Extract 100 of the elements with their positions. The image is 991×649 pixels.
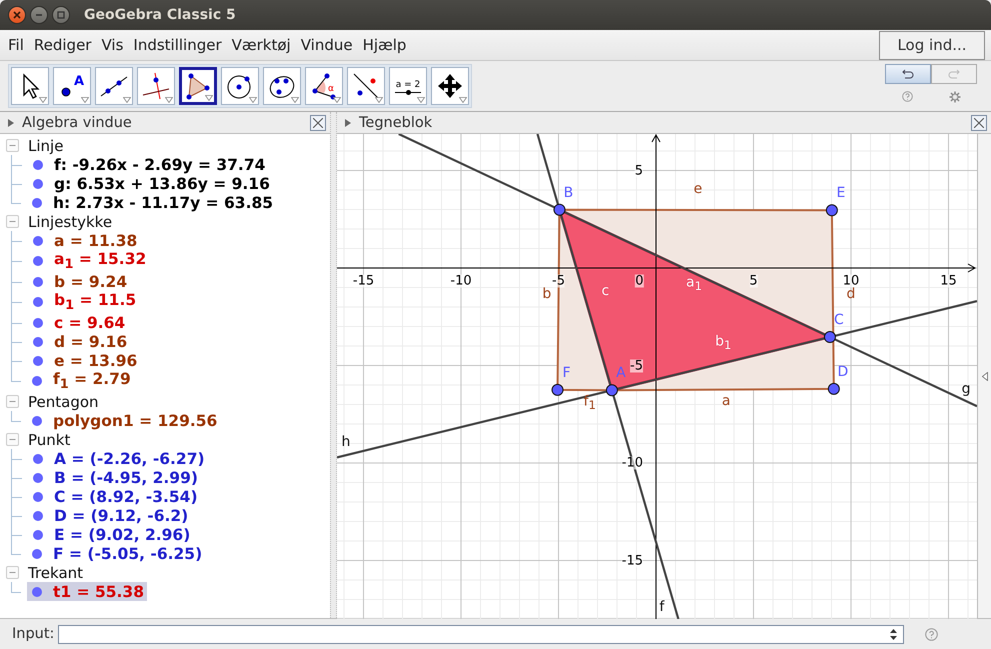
caret-icon [39, 97, 47, 103]
object-label: D [837, 364, 848, 379]
category-label[interactable]: Linje [28, 136, 64, 154]
algebra-item[interactable]: h: 2.73x - 11.17y = 63.85 [27, 193, 276, 212]
axis-tick-label: 15 [940, 274, 957, 288]
axis-tick-label: 5 [634, 164, 643, 177]
object-label: C [834, 313, 844, 328]
object-label: d [846, 287, 856, 302]
caret-icon [81, 97, 89, 103]
axis-tick-label: -10 [622, 456, 643, 470]
object-label: f$_{1}$ [584, 394, 596, 412]
caret-icon [291, 97, 299, 103]
tool-button[interactable] [179, 67, 217, 105]
login-button[interactable]: Log ind... [879, 30, 985, 60]
point-marker [553, 204, 566, 216]
collapse-toggle[interactable] [6, 433, 19, 446]
object-label: a [722, 394, 730, 408]
point-marker [552, 384, 564, 396]
menu-item[interactable]: Værktøj [228, 36, 297, 54]
maximize-button[interactable] [52, 6, 70, 24]
collapse-toggle[interactable] [6, 566, 19, 580]
caret-icon [417, 97, 425, 103]
input-field[interactable] [58, 624, 904, 644]
category-label[interactable]: Punkt [28, 430, 70, 449]
axis-tick-label: -15 [352, 274, 374, 288]
algebra-item[interactable]: b = 9.24 [28, 272, 130, 292]
algebra-item[interactable]: E = (9.02, 2.96) [28, 525, 194, 544]
caret-icon [165, 97, 173, 103]
point-marker [824, 331, 836, 344]
collapse-triangle-icon[interactable] [345, 118, 351, 126]
menu-item[interactable]: Indstillinger [129, 36, 228, 54]
axis-tick-label: -5 [552, 274, 565, 288]
object-label: A [616, 366, 626, 380]
algebra-item[interactable]: g: 6.53x + 13.86y = 9.16 [28, 174, 273, 193]
algebra-item[interactable]: b$_{1}$ = 11.5 [28, 291, 140, 314]
algebra-item[interactable]: polygon1 = 129.56 [27, 411, 220, 430]
algebra-item[interactable]: f: -9.26x - 2.69y = 37.74 [28, 155, 268, 174]
algebra-item[interactable]: d = 9.16 [28, 332, 130, 352]
collapse-toggle[interactable] [6, 395, 19, 408]
perpendicular-line-icon [141, 71, 171, 101]
object-label: E [836, 186, 846, 200]
tool-button[interactable]: a = 2 [389, 67, 427, 105]
caret-icon [459, 97, 467, 103]
axis-tick-label: -10 [450, 274, 472, 288]
redo-icon [948, 69, 960, 79]
tool-button[interactable] [11, 67, 49, 105]
menu-item[interactable]: Fil [4, 36, 30, 54]
window-title: GeoGebra Classic 5 [84, 7, 236, 23]
minimize-icon [35, 11, 43, 19]
algebra-item[interactable]: D = (9.12, -6.2) [28, 506, 192, 526]
point-marker [826, 204, 838, 216]
menu-item[interactable]: Rediger [30, 36, 98, 54]
category-label[interactable]: Trekant [28, 564, 84, 582]
algebra-item[interactable]: c = 9.64 [28, 313, 128, 332]
caret-icon [375, 97, 383, 103]
tool-button[interactable] [347, 67, 385, 105]
algebra-item[interactable]: A = (-2.26, -6.27) [28, 449, 208, 468]
object-label: f [659, 600, 664, 614]
close-panel-button[interactable] [310, 114, 326, 130]
tool-button[interactable] [137, 67, 175, 105]
axis-tick-label: 10 [842, 274, 860, 288]
caret-icon [205, 95, 213, 101]
object-label: g [962, 382, 970, 396]
object-label: F [562, 366, 571, 380]
algebra-item[interactable]: C = (8.92, -3.54) [28, 487, 201, 506]
up-down-arrows-icon[interactable] [890, 628, 898, 640]
caret-icon [123, 97, 131, 103]
algebra-item[interactable]: t1 = 55.38 [27, 582, 148, 602]
panel-title: Tegneblok [359, 114, 432, 130]
algebra-item[interactable]: F = (-5.05, -6.25) [27, 544, 206, 564]
expand-triangle-icon[interactable] [982, 372, 988, 381]
menu-item[interactable]: Vis [97, 36, 130, 54]
settings-icon[interactable] [948, 91, 960, 103]
axis-tick-label: 5 [749, 274, 758, 288]
algebra-item[interactable]: a = 11.38 [28, 231, 140, 250]
close-panel-button[interactable] [971, 114, 987, 130]
algebra-item[interactable]: B = (-4.95, 2.99) [28, 468, 201, 488]
algebra-item[interactable]: a$_{1}$ = 15.32 [28, 250, 150, 272]
axis-tick-label: 0 [635, 274, 644, 288]
menu-item[interactable]: Hjælp [358, 36, 412, 54]
tool-button[interactable] [221, 67, 259, 105]
axis-tick-label: -15 [622, 554, 643, 567]
menu-item[interactable]: Vindue [296, 36, 359, 54]
close-button[interactable] [8, 6, 26, 24]
caret-icon [249, 97, 257, 103]
tool-button[interactable] [263, 67, 301, 105]
collapse-toggle[interactable] [6, 139, 19, 152]
object-label: B [564, 186, 574, 200]
minimize-button[interactable] [30, 6, 48, 24]
point-marker [828, 382, 840, 395]
collapse-toggle[interactable] [6, 215, 19, 228]
category-label[interactable]: Linjestykke [28, 212, 112, 230]
category-label[interactable]: Pentagon [28, 392, 99, 411]
tool-button[interactable] [95, 67, 133, 105]
algebra-item[interactable]: e = 13.96 [28, 351, 140, 370]
algebra-item[interactable]: f$_{1}$ = 2.79 [27, 370, 134, 392]
tool-button[interactable] [431, 67, 469, 105]
object-label: c [601, 284, 610, 298]
undo-button[interactable] [885, 64, 931, 84]
collapse-triangle-icon[interactable] [8, 118, 14, 126]
